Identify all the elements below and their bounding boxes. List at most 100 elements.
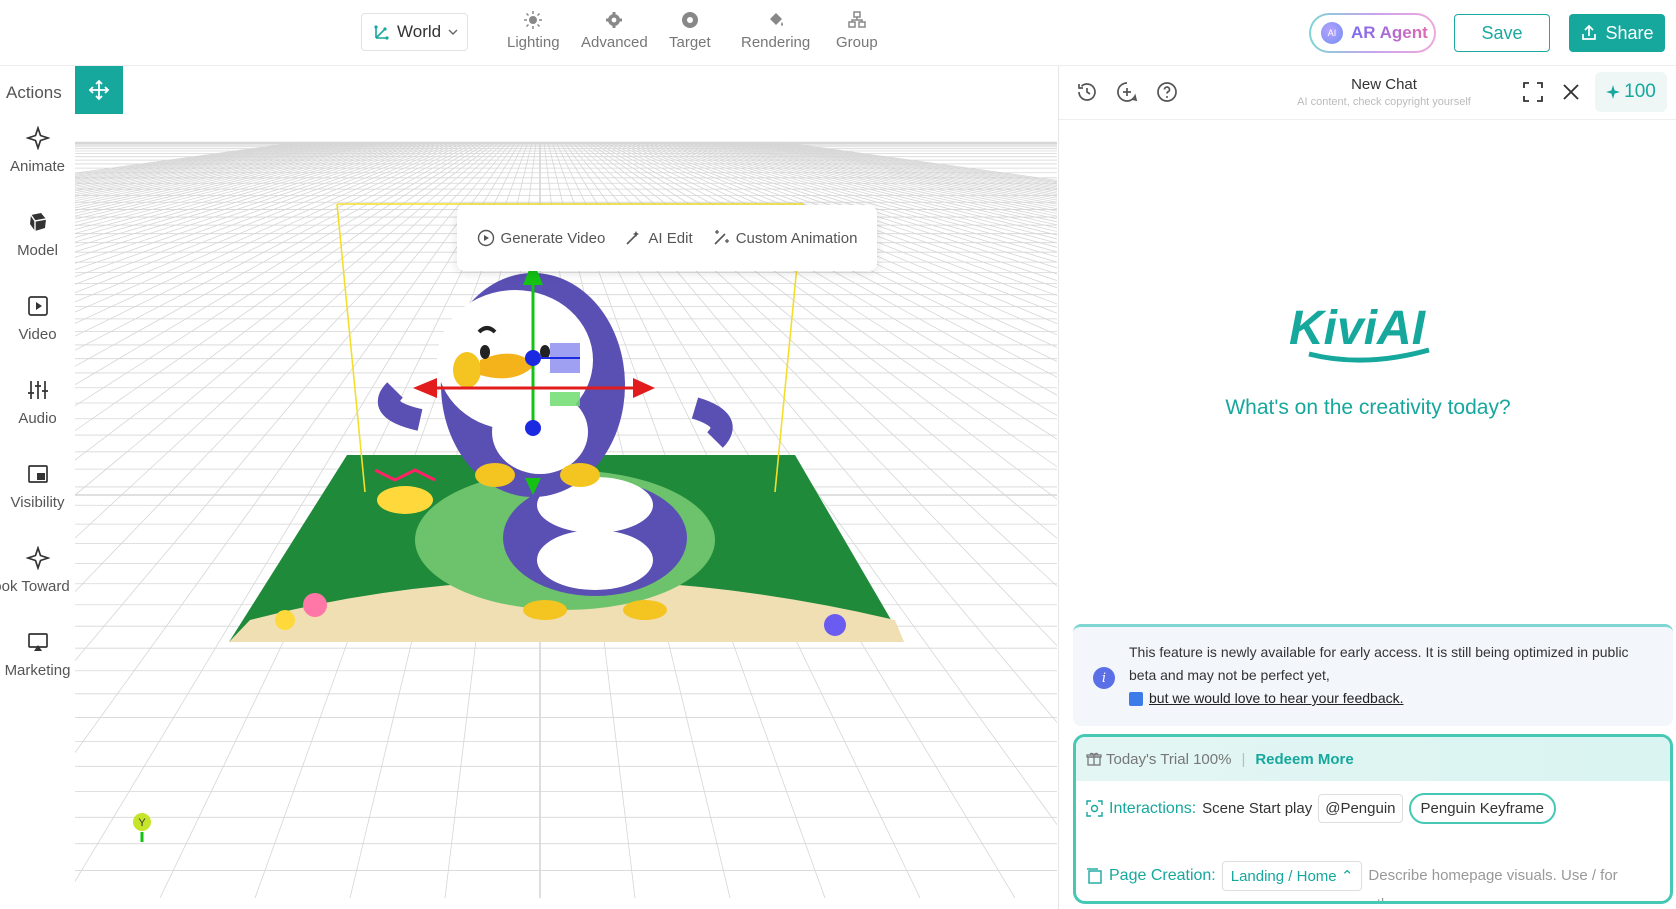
page-select[interactable]: Landing / Home ⌃ bbox=[1221, 861, 1363, 891]
sparkle-icon bbox=[25, 126, 50, 150]
group-tool[interactable]: Group bbox=[836, 10, 878, 51]
action-marketing[interactable]: Marketing bbox=[0, 630, 75, 679]
interactions-value[interactable]: Scene Start play bbox=[1202, 800, 1312, 817]
ai-edit-label: AI Edit bbox=[648, 229, 693, 247]
ar-agent-label: AR Agent bbox=[1351, 23, 1428, 42]
move-tool-button[interactable] bbox=[75, 66, 123, 114]
credits-value: 100 bbox=[1624, 81, 1656, 102]
feedback-link-text: but we would love to hear your feedback. bbox=[1149, 690, 1404, 706]
grid-line bbox=[75, 141, 317, 179]
world-label: World bbox=[397, 22, 442, 41]
action-animate-label: Animate bbox=[9, 158, 66, 175]
interactions-label: Interactions: bbox=[1109, 799, 1197, 817]
chat-title: New Chat bbox=[1351, 76, 1417, 93]
feedback-icon bbox=[1129, 691, 1143, 706]
sun-icon bbox=[524, 11, 543, 29]
action-model-label: Model bbox=[17, 242, 58, 259]
gear-icon bbox=[606, 12, 623, 28]
lighting-label: Lighting bbox=[507, 34, 560, 51]
keyframe-chip[interactable]: Penguin Keyframe bbox=[1408, 793, 1556, 824]
brand-logo: KiviAI bbox=[1289, 298, 1449, 373]
screen-icon bbox=[27, 633, 48, 651]
gift-icon bbox=[1086, 752, 1102, 766]
generate-video-button[interactable]: Generate Video bbox=[477, 229, 606, 247]
axis-y-label: Y bbox=[138, 817, 146, 829]
sliders-icon bbox=[27, 381, 48, 399]
save-button[interactable]: Save bbox=[1454, 14, 1550, 52]
sparkle-icon bbox=[25, 546, 50, 570]
action-visibility[interactable]: Visibility bbox=[0, 462, 75, 511]
lighting-tool[interactable]: Lighting bbox=[507, 10, 560, 51]
grid-line bbox=[75, 141, 321, 180]
rendering-tool[interactable]: Rendering bbox=[741, 10, 810, 51]
target-tool[interactable]: Target bbox=[669, 10, 711, 51]
help-icon[interactable] bbox=[1155, 80, 1179, 104]
ai-actions-bar: Generate Video AI Edit Custom Animation bbox=[457, 205, 877, 271]
magic-wand-icon bbox=[626, 231, 640, 245]
coordinate-space-select[interactable]: World bbox=[361, 13, 468, 51]
ai-chat-panel: New Chat AI content, check copyright you… bbox=[1058, 66, 1676, 909]
action-marketing-label: Marketing bbox=[4, 662, 71, 679]
action-audio[interactable]: Audio bbox=[0, 378, 75, 427]
interactions-row: Interactions: Scene Start play @Penguin … bbox=[1086, 793, 1556, 824]
advanced-tool[interactable]: Advanced bbox=[581, 10, 648, 51]
feedback-link[interactable]: but we would love to hear your feedback. bbox=[1129, 687, 1404, 710]
action-look-toward[interactable]: ook Toward bbox=[0, 546, 75, 595]
trial-text: Today's Trial 100% bbox=[1106, 750, 1232, 768]
redeem-more-link[interactable]: Redeem More bbox=[1255, 751, 1353, 768]
expand-icon[interactable] bbox=[1521, 80, 1545, 104]
ai-edit-button[interactable]: AI Edit bbox=[624, 229, 693, 247]
custom-animation-label: Custom Animation bbox=[735, 229, 858, 247]
action-look-toward-label: ook Toward bbox=[0, 578, 70, 595]
new-chat-icon[interactable] bbox=[1115, 80, 1139, 104]
beta-notice: i This feature is newly available for ea… bbox=[1073, 624, 1673, 726]
play-circle-icon bbox=[477, 229, 494, 247]
ar-agent-button[interactable]: AI AR Agent bbox=[1309, 13, 1436, 53]
ar-agent-avatar-icon: AI bbox=[1321, 22, 1343, 44]
custom-animation-button[interactable]: Custom Animation bbox=[712, 229, 858, 247]
action-animate[interactable]: Animate bbox=[0, 126, 75, 175]
action-model[interactable]: Model bbox=[0, 210, 75, 259]
cube-icon bbox=[29, 213, 46, 231]
action-visibility-label: Visibility bbox=[10, 494, 65, 511]
chat-composer[interactable]: Today's Trial 100% | Redeem More Interac… bbox=[1073, 734, 1673, 904]
history-icon[interactable] bbox=[1075, 80, 1099, 104]
page-creation-label: Page Creation: bbox=[1109, 867, 1216, 884]
picture-in-picture-icon bbox=[27, 465, 48, 483]
share-button[interactable]: Share bbox=[1569, 14, 1665, 52]
brand-text: KiviAI bbox=[1289, 302, 1427, 355]
paint-bucket-icon bbox=[769, 13, 783, 26]
page-description-input[interactable]: Describe homepage visuals. Use / for oth… bbox=[1368, 861, 1618, 901]
action-audio-label: Audio bbox=[18, 410, 57, 427]
share-label: Share bbox=[1605, 22, 1654, 43]
chevron-down-icon bbox=[448, 29, 458, 35]
actions-panel: Actions Animate Model Video Audio Visibi… bbox=[0, 66, 75, 909]
chat-subtitle: AI content, check copyright yourself bbox=[1297, 96, 1471, 108]
top-toolbar: World Lighting Advanced Target Rendering… bbox=[0, 0, 1676, 66]
close-icon[interactable] bbox=[1559, 80, 1583, 104]
grid-line bbox=[75, 141, 325, 181]
group-icon bbox=[848, 11, 866, 28]
mention-chip[interactable]: @Penguin bbox=[1318, 794, 1403, 823]
axis-icon bbox=[374, 25, 389, 40]
spark-icon bbox=[1606, 85, 1621, 99]
trial-bar: Today's Trial 100% | Redeem More bbox=[1076, 737, 1670, 781]
notice-text: This feature is newly available for earl… bbox=[1129, 644, 1629, 683]
info-icon: i bbox=[1093, 667, 1115, 689]
target-label: Target bbox=[669, 34, 711, 51]
grid-line bbox=[75, 141, 341, 187]
actions-title: Actions bbox=[6, 83, 62, 102]
ar-agent-inner: AI AR Agent bbox=[1311, 15, 1434, 51]
share-icon bbox=[1582, 24, 1597, 40]
grid-line bbox=[75, 141, 329, 183]
page-creation-row: Page Creation: Landing / Home ⌃ Describe… bbox=[1086, 833, 1618, 901]
action-video[interactable]: Video bbox=[0, 294, 75, 343]
animation-wand-icon bbox=[714, 230, 729, 245]
credits-badge[interactable]: 100 bbox=[1595, 72, 1667, 112]
generate-video-label: Generate Video bbox=[500, 229, 606, 247]
trial-separator: | bbox=[1241, 750, 1246, 768]
grid-line bbox=[75, 141, 309, 176]
chevron-up-icon: ⌃ bbox=[1340, 868, 1354, 885]
3d-viewport[interactable]: Y Generate Video AI Edit Custom Animatio… bbox=[75, 120, 1057, 898]
grid-line bbox=[75, 141, 305, 175]
